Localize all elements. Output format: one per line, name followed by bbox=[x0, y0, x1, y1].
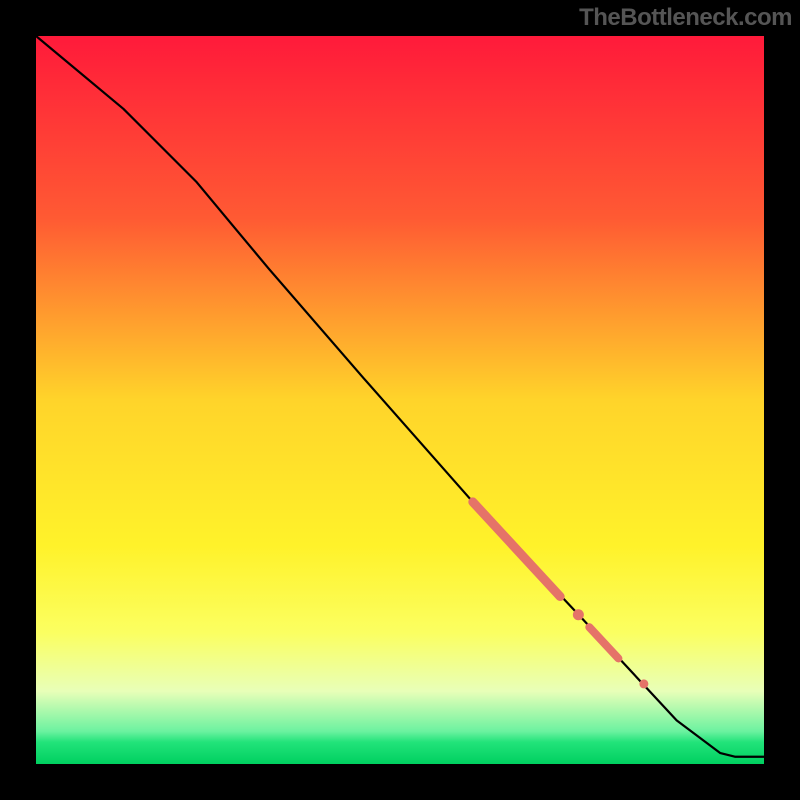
highlight-dot-2 bbox=[639, 679, 648, 688]
highlight-dot-1 bbox=[573, 609, 584, 620]
watermark-text: TheBottleneck.com bbox=[579, 4, 792, 32]
chart-frame: TheBottleneck.com bbox=[0, 0, 800, 800]
bottleneck-chart bbox=[0, 0, 800, 800]
plot-background bbox=[36, 36, 764, 764]
